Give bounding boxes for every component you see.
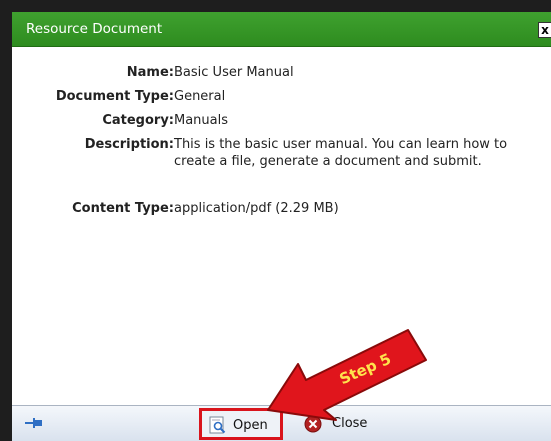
document-preview-icon bbox=[209, 416, 226, 434]
content-type-value: application/pdf (2.29 MB) bbox=[174, 201, 339, 216]
category-value: Manuals bbox=[174, 113, 229, 128]
content-type-label: Content Type: bbox=[72, 201, 174, 216]
document-type-label: Document Type: bbox=[55, 89, 174, 104]
name-label: Name: bbox=[126, 65, 174, 80]
description-label: Description: bbox=[84, 137, 174, 152]
dialog-title: Resource Document bbox=[26, 21, 163, 37]
name-value: Basic User Manual bbox=[174, 65, 294, 80]
category-label: Category: bbox=[102, 113, 174, 128]
pin-icon[interactable] bbox=[25, 416, 43, 430]
dialog-titlebar[interactable]: Resource Document x bbox=[12, 12, 551, 47]
document-type-value: General bbox=[174, 89, 226, 104]
description-value: This is the basic user manual. You can l… bbox=[174, 137, 508, 169]
close-icon[interactable]: x bbox=[538, 22, 551, 38]
